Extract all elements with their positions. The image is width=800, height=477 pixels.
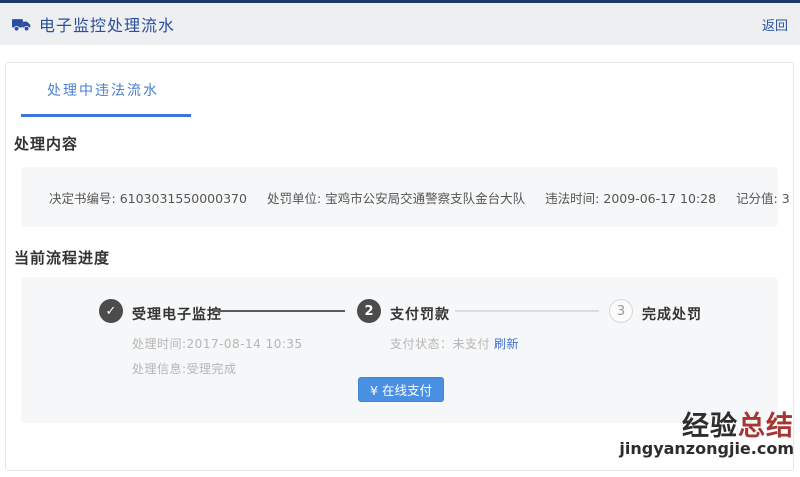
step3-number-badge: 3 <box>609 299 633 323</box>
detail-points: 记分值: 3 <box>736 188 790 207</box>
watermark-domain: jingyanzongjie.com <box>619 441 794 458</box>
tab-active-underline <box>21 114 191 117</box>
step1-info-text: 处理信息:受理完成 <box>132 360 237 377</box>
step2-payment-status: 支付状态：未支付刷新 <box>390 335 519 352</box>
main-panel: 处理中违法流水 处理内容 决定书编号: 6103031550000370 处罚单… <box>5 62 794 471</box>
violation-detail-box: 决定书编号: 6103031550000370 处罚单位: 宝鸡市公安局交通警察… <box>21 167 778 227</box>
step1-time-text: 处理时间:2017-08-14 10:35 <box>132 335 303 352</box>
progress-box: ✓ 受理电子监控 2 支付罚款 3 完成处罚 处理时间:2017-08-14 1… <box>21 277 778 423</box>
detail-penalty-unit: 处罚单位: 宝鸡市公安局交通警察支队金台大队 <box>267 188 525 207</box>
step-connector-1 <box>213 310 345 312</box>
step3-label: 完成处罚 <box>642 304 702 324</box>
detail-decision-number: 决定书编号: 6103031550000370 <box>49 188 247 207</box>
page-title: 电子监控处理流水 <box>39 12 175 36</box>
step1-check-icon: ✓ <box>99 299 123 323</box>
step2-label: 支付罚款 <box>390 304 450 324</box>
truck-icon <box>12 16 32 33</box>
section-title-content: 处理内容 <box>14 133 78 154</box>
back-button[interactable]: 返回 <box>762 15 788 34</box>
step-connector-2 <box>455 310 599 312</box>
watermark-brand: 经验总结 <box>619 413 794 441</box>
step2-number-badge: 2 <box>357 299 381 323</box>
refresh-link[interactable]: 刷新 <box>494 337 519 351</box>
detail-violation-time: 违法时间: 2009-06-17 10:28 <box>545 188 716 207</box>
tab-processing-violations[interactable]: 处理中违法流水 <box>47 80 159 100</box>
section-title-progress: 当前流程进度 <box>14 247 110 268</box>
online-pay-button[interactable]: ¥ 在线支付 <box>358 377 444 402</box>
page-header: 电子监控处理流水 返回 <box>0 3 800 45</box>
step1-label: 受理电子监控 <box>132 304 222 324</box>
watermark: 经验总结 jingyanzongjie.com <box>619 413 794 458</box>
